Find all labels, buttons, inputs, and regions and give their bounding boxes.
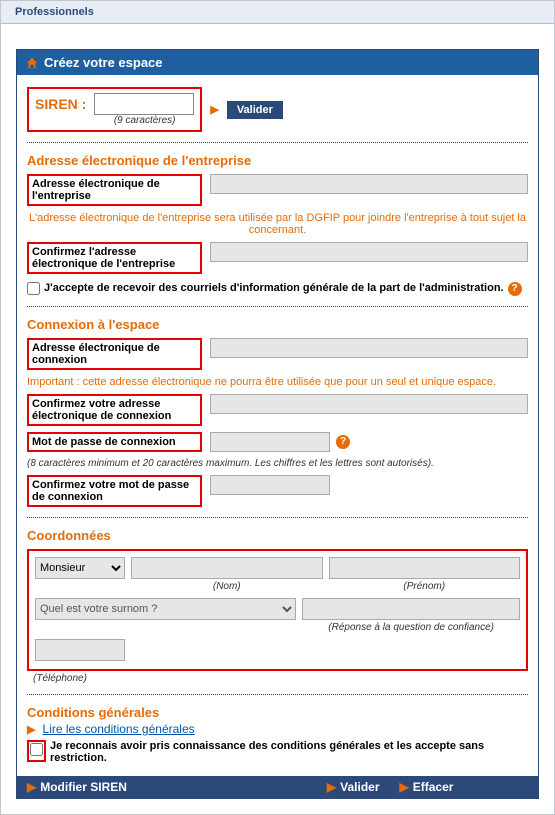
confirm-password-input[interactable]: [210, 475, 330, 495]
reponse-sublabel: (Réponse à la question de confiance): [302, 622, 520, 633]
nom-input[interactable]: [131, 557, 323, 579]
page-title: Créez votre espace: [44, 55, 163, 70]
help-icon[interactable]: ?: [336, 435, 350, 449]
link-conditions[interactable]: Lire les conditions générales: [43, 722, 195, 736]
siren-input[interactable]: [94, 93, 194, 115]
panel-header: Créez votre espace: [17, 50, 538, 75]
accept-conditions-label: Je reconnais avoir pris connaissance des…: [50, 740, 528, 764]
tab-professionnels[interactable]: Professionnels: [9, 4, 100, 20]
validate-button[interactable]: ▶ Valider: [317, 780, 390, 794]
validate-siren-button[interactable]: Valider: [227, 101, 283, 119]
arrow-icon: ▶: [400, 780, 409, 794]
section-coord-title: Coordonnées: [27, 528, 528, 543]
reponse-input[interactable]: [302, 598, 520, 620]
civilite-select[interactable]: Monsieur: [35, 557, 125, 579]
label-confirm-company-email: Confirmez l'adresse électronique de l'en…: [27, 242, 202, 274]
company-email-input[interactable]: [210, 174, 528, 194]
section-connexion-title: Connexion à l'espace: [27, 317, 528, 332]
accept-conditions-checkbox[interactable]: [30, 743, 43, 756]
nom-sublabel: (Nom): [131, 581, 323, 592]
help-icon[interactable]: ?: [508, 282, 522, 296]
modify-siren-button[interactable]: ▶ Modifier SIREN: [17, 780, 137, 794]
prenom-sublabel: (Prénom): [329, 581, 521, 592]
confirm-connexion-email-input[interactable]: [210, 394, 528, 414]
arrow-icon: ▶: [210, 103, 218, 116]
telephone-input[interactable]: [35, 639, 125, 661]
siren-group: SIREN : (9 caractères): [27, 87, 202, 132]
connexion-important: Important : cette adresse électronique n…: [27, 376, 528, 388]
confirm-company-email-input[interactable]: [210, 242, 528, 262]
siren-label: SIREN :: [35, 96, 86, 112]
section-conditions-title: Conditions générales: [27, 705, 528, 720]
password-input[interactable]: [210, 432, 330, 452]
label-connexion-email: Adresse électronique de connexion: [27, 338, 202, 370]
connexion-email-input[interactable]: [210, 338, 528, 358]
clear-button[interactable]: ▶ Effacer: [390, 780, 464, 794]
arrow-icon: ▶: [327, 780, 336, 794]
section-email-title: Adresse électronique de l'entreprise: [27, 153, 528, 168]
company-email-info: L'adresse électronique de l'entreprise s…: [27, 212, 528, 236]
question-select[interactable]: Quel est votre surnom ?: [35, 598, 296, 620]
label-password: Mot de passe de connexion: [27, 432, 202, 452]
label-company-email: Adresse électronique de l'entreprise: [27, 174, 202, 206]
label-confirm-password: Confirmez votre mot de passe de connexio…: [27, 475, 202, 507]
accept-info-checkbox[interactable]: [27, 282, 40, 295]
accept-info-label: J'accepte de recevoir des courriels d'in…: [44, 282, 504, 294]
arrow-icon: ▶: [27, 724, 35, 736]
siren-hint: (9 caractères): [95, 115, 194, 126]
separator: [27, 142, 528, 143]
coord-box: Monsieur (Nom) (Prénom) Quel est votre s…: [27, 549, 528, 671]
footer-bar: ▶ Modifier SIREN ▶ Valider ▶ Effacer: [17, 776, 538, 798]
label-confirm-connexion-email: Confirmez votre adresse électronique de …: [27, 394, 202, 426]
separator: [27, 517, 528, 518]
arrow-icon: ▶: [27, 780, 36, 794]
separator: [27, 694, 528, 695]
home-icon: [25, 56, 39, 70]
tab-bar: Professionnels: [1, 1, 554, 24]
password-hint: (8 caractères minimum et 20 caractères m…: [27, 458, 528, 469]
separator: [27, 306, 528, 307]
telephone-sublabel: (Téléphone): [33, 673, 528, 684]
prenom-input[interactable]: [329, 557, 521, 579]
